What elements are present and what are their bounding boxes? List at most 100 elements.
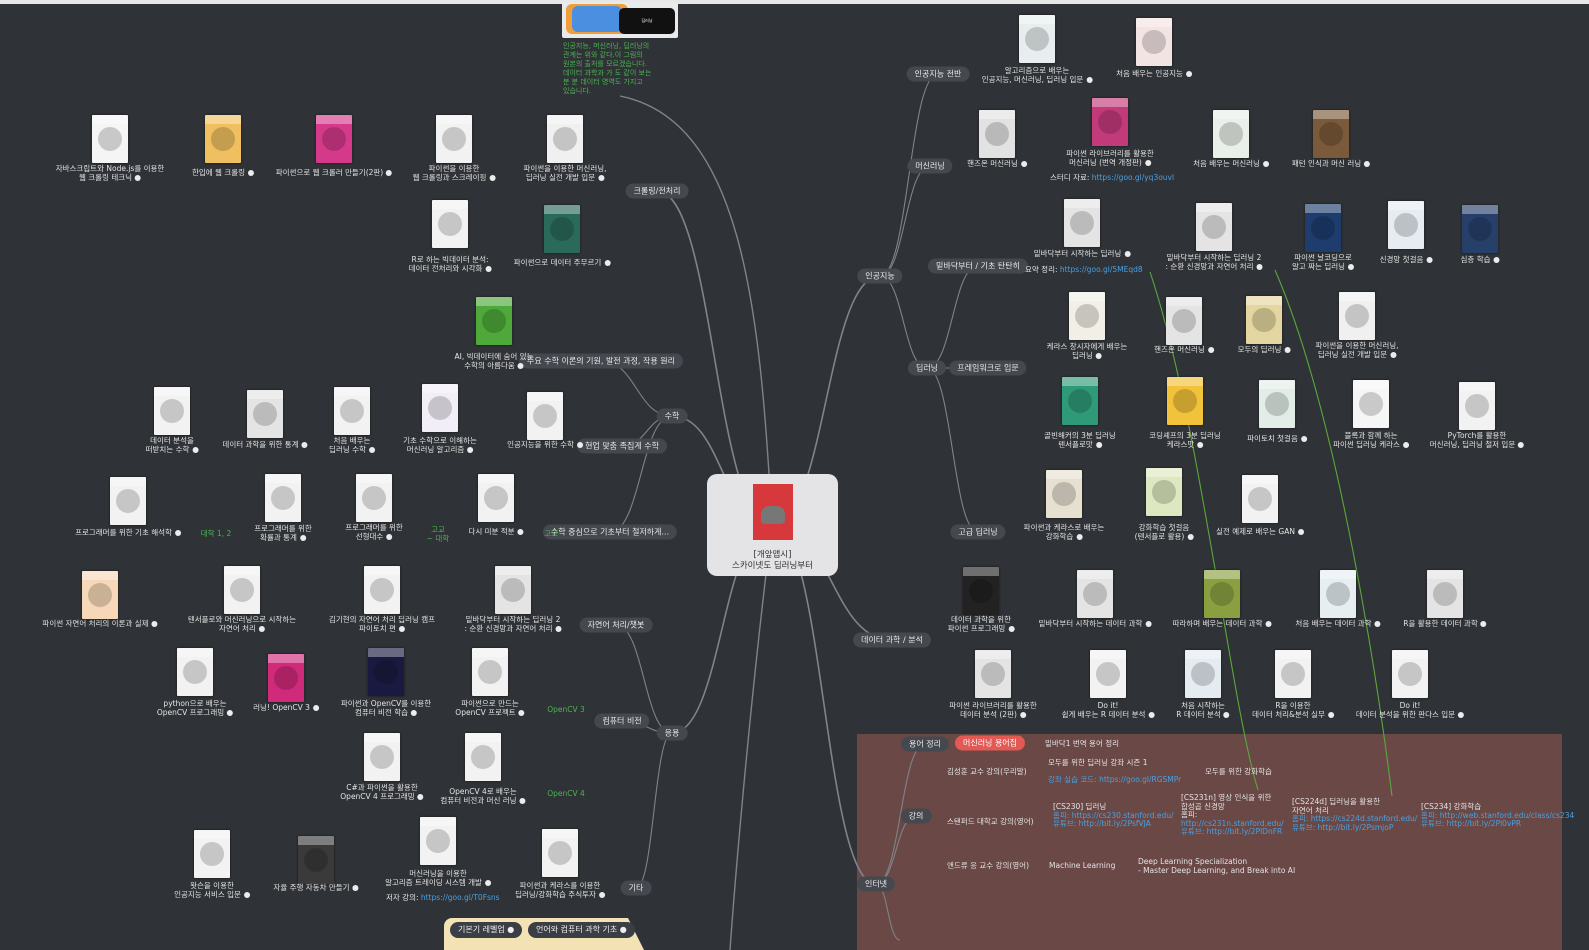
expand-dot-icon[interactable] — [386, 533, 393, 540]
book-cover[interactable] — [1213, 110, 1249, 158]
book-cover[interactable] — [547, 115, 583, 163]
expand-dot-icon[interactable] — [1145, 621, 1152, 627]
branch-app[interactable]: 응용 — [656, 725, 688, 741]
book-cover[interactable] — [1090, 650, 1126, 698]
note-link[interactable]: https://goo.gl/5MEqd8 — [1060, 265, 1143, 274]
expand-dot-icon[interactable] — [517, 529, 524, 535]
sub-pill-12[interactable]: 자연어 처리/챗봇 — [579, 617, 653, 633]
sub-pill-8[interactable]: 강의 — [900, 808, 932, 824]
expand-dot-icon[interactable] — [484, 879, 491, 886]
expand-dot-icon[interactable] — [1095, 441, 1102, 448]
book-cover[interactable] — [268, 654, 304, 702]
expand-dot-icon[interactable] — [243, 891, 250, 898]
expand-dot-icon[interactable] — [604, 260, 611, 266]
book-cover[interactable] — [1275, 650, 1311, 698]
book-cover[interactable] — [975, 650, 1011, 698]
book-cover[interactable] — [422, 384, 458, 432]
expand-dot-icon[interactable] — [1284, 347, 1291, 353]
book-cover[interactable] — [1353, 380, 1389, 428]
expand-dot-icon[interactable] — [1300, 436, 1307, 442]
sub-pill-11[interactable]: 수학 중심으로 기초부터 철저하게... — [542, 524, 678, 540]
book-cover[interactable] — [194, 830, 230, 878]
expand-dot-icon[interactable] — [1493, 257, 1500, 263]
book-cover[interactable] — [1204, 570, 1240, 618]
expand-dot-icon[interactable] — [1008, 625, 1015, 632]
sub-pill-6[interactable]: 고급 딥러닝 — [950, 524, 1006, 540]
expand-dot-icon[interactable] — [417, 793, 424, 800]
expand-dot-icon[interactable] — [1374, 621, 1381, 627]
branch-math[interactable]: 수학 — [656, 408, 688, 424]
book-cover[interactable] — [82, 571, 118, 619]
expand-dot-icon[interactable] — [352, 885, 359, 891]
book-cover[interactable] — [334, 387, 370, 435]
sub-pill-10[interactable]: 현업 맞춤 족집게 수학 — [577, 438, 667, 454]
book-cover[interactable] — [247, 390, 283, 438]
expand-dot-icon[interactable] — [1402, 441, 1409, 448]
book-cover[interactable] — [527, 392, 563, 440]
book-cover[interactable] — [1242, 475, 1278, 523]
expand-dot-icon[interactable] — [1390, 351, 1397, 358]
expand-dot-icon[interactable] — [1185, 71, 1192, 77]
book-cover[interactable] — [1046, 470, 1082, 518]
sub-pill-9[interactable]: 주요 수학 이론의 기원, 발전 과정, 작용 원리 — [518, 353, 684, 369]
expand-dot-icon[interactable] — [1095, 352, 1102, 359]
book-cover[interactable] — [432, 200, 468, 248]
expand-dot-icon[interactable] — [1076, 533, 1083, 540]
expand-dot-icon[interactable] — [1480, 621, 1487, 627]
expand-dot-icon[interactable] — [299, 534, 306, 541]
branch-crawl[interactable]: 크롤링/전처리 — [625, 183, 689, 199]
expand-dot-icon[interactable] — [174, 530, 181, 536]
book-cover[interactable] — [1166, 297, 1202, 345]
sheet-tab-language-cs[interactable]: 언어와 컴퓨터 과학 기초 ● — [528, 922, 635, 938]
book-cover[interactable] — [465, 733, 501, 781]
book-cover[interactable] — [478, 474, 514, 522]
expand-dot-icon[interactable] — [598, 174, 605, 181]
expand-dot-icon[interactable] — [1020, 161, 1027, 167]
expand-dot-icon[interactable] — [1518, 441, 1525, 448]
expand-dot-icon[interactable] — [1148, 711, 1155, 718]
book-cover[interactable] — [177, 648, 213, 696]
book-cover[interactable] — [495, 566, 531, 614]
book-cover[interactable] — [1167, 377, 1203, 425]
book-cover[interactable] — [368, 648, 404, 696]
book-cover[interactable] — [110, 477, 146, 525]
expand-dot-icon[interactable] — [1426, 257, 1433, 263]
book-cover[interactable] — [472, 648, 508, 696]
book-cover[interactable] — [1246, 296, 1282, 344]
expand-dot-icon[interactable] — [555, 625, 562, 632]
book-cover[interactable] — [544, 205, 580, 253]
note-link[interactable]: https://goo.gl/T0Fsns — [421, 893, 500, 902]
sub-pill-14[interactable]: 기타 — [620, 880, 652, 896]
sub-pill-5[interactable]: 프레임워크로 입문 — [949, 360, 1027, 376]
expand-dot-icon[interactable] — [485, 265, 492, 272]
book-cover[interactable] — [1196, 203, 1232, 251]
book-cover[interactable] — [963, 567, 999, 615]
book-cover[interactable] — [1077, 570, 1113, 618]
book-cover[interactable] — [1064, 199, 1100, 247]
expand-dot-icon[interactable] — [368, 446, 375, 453]
expand-dot-icon[interactable] — [258, 625, 265, 632]
sub-pill-13[interactable]: 컴퓨터 비전 — [594, 713, 650, 729]
book-cover[interactable] — [1459, 382, 1495, 430]
book-cover[interactable] — [979, 110, 1015, 158]
expand-dot-icon[interactable] — [301, 442, 308, 448]
book-cover[interactable] — [1462, 205, 1498, 253]
expand-dot-icon[interactable] — [1265, 621, 1272, 627]
book-cover[interactable] — [436, 115, 472, 163]
expand-dot-icon[interactable] — [1327, 711, 1334, 718]
book-cover[interactable] — [1062, 377, 1098, 425]
expand-dot-icon[interactable] — [1124, 251, 1131, 257]
expand-dot-icon[interactable] — [192, 446, 199, 453]
expand-dot-icon[interactable] — [1019, 711, 1026, 718]
sub-pill-1[interactable]: 인공지능 전반 — [906, 66, 970, 82]
expand-dot-icon[interactable] — [1458, 711, 1465, 718]
book-cover[interactable] — [1019, 15, 1055, 63]
expand-dot-icon[interactable] — [1086, 76, 1093, 83]
sub-pill-4[interactable]: 밑바닥부터 / 기초 탄탄히 — [928, 258, 1028, 274]
branch-ai[interactable]: 인공지능 — [857, 268, 903, 284]
expand-dot-icon[interactable] — [1223, 711, 1230, 718]
expand-dot-icon[interactable] — [312, 705, 319, 711]
note-link[interactable]: https://goo.gl/yq3ouvl — [1092, 173, 1174, 182]
book-cover[interactable] — [542, 829, 578, 877]
book-cover[interactable] — [364, 566, 400, 614]
